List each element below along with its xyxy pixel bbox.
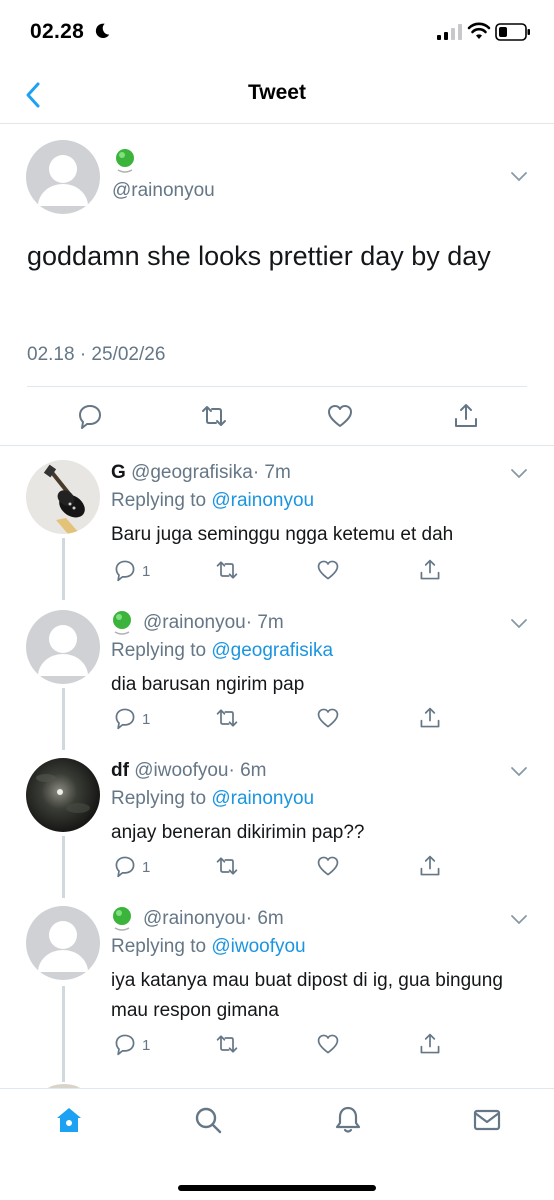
globe-emoji-icon: [113, 611, 131, 635]
mention-link[interactable]: @geografisika: [211, 640, 333, 661]
reply-text: iya katanya mau buat dipost di ig, gua b…: [111, 970, 503, 1021]
nav-bar: Tweet: [0, 66, 554, 124]
reply-count: 1: [142, 711, 151, 728]
reply-actions: 1: [0, 706, 554, 732]
reply-actions: 1: [0, 1032, 554, 1058]
guitar-photo: [26, 460, 100, 534]
avatar[interactable]: [26, 140, 100, 214]
display-name[interactable]: df: [111, 760, 129, 781]
wifi-icon: [467, 22, 491, 39]
reply-icon[interactable]: [76, 402, 104, 430]
night-sky-photo: [26, 758, 100, 832]
chevron-down-icon[interactable]: [509, 766, 529, 778]
replying-to: Replying to @geografisika: [111, 638, 333, 664]
replying-label: Replying to: [111, 788, 207, 809]
search-icon[interactable]: [193, 1105, 223, 1135]
reply-header: @rainonyou· 6m: [111, 906, 284, 932]
messages-icon[interactable]: [472, 1105, 502, 1135]
retweet-icon[interactable]: [215, 854, 239, 878]
reply-text: Baru juga seminggu ngga ketemu et dah: [111, 524, 454, 545]
reply-icon[interactable]: [113, 558, 137, 582]
main-tweet: @rainonyou goddamn she looks prettier da…: [0, 124, 554, 446]
home-indicator: [178, 1185, 376, 1191]
retweet-icon[interactable]: [200, 402, 228, 430]
author-handle[interactable]: @rainonyou: [143, 612, 246, 633]
author-handle[interactable]: @geografisika: [131, 462, 253, 483]
globe-emoji-icon: [113, 907, 131, 931]
default-avatar-icon: [38, 921, 88, 972]
chevron-down-icon[interactable]: [509, 468, 529, 480]
replying-to: Replying to @iwoofyou: [111, 934, 306, 960]
retweet-icon[interactable]: [215, 706, 239, 730]
share-icon[interactable]: [418, 706, 442, 730]
chevron-down-icon[interactable]: [509, 914, 529, 926]
reply-icon[interactable]: [113, 854, 137, 878]
author-handle[interactable]: @rainonyou: [143, 908, 246, 929]
reply-header: G @geografisika· 7m: [111, 460, 291, 486]
divider: [27, 386, 527, 387]
like-icon[interactable]: [316, 854, 340, 878]
share-icon[interactable]: [418, 854, 442, 878]
display-name[interactable]: G: [111, 462, 126, 483]
replying-label: Replying to: [111, 490, 207, 511]
relative-time: · 7m: [245, 612, 284, 633]
reply-count: 1: [142, 563, 151, 580]
share-icon[interactable]: [418, 558, 442, 582]
reply-header: @rainonyou· 7m: [111, 610, 284, 636]
avatar[interactable]: [26, 906, 100, 980]
retweet-icon[interactable]: [215, 1032, 239, 1056]
page-title: Tweet: [248, 81, 306, 104]
reply-text: dia barusan ngirim pap: [111, 674, 305, 695]
reply-header: df @iwoofyou· 6m: [111, 758, 267, 784]
author-handle[interactable]: @iwoofyou: [134, 760, 228, 781]
tab-bar: [0, 1088, 554, 1200]
author-handle[interactable]: @rainonyou: [112, 180, 215, 202]
status-bar: 02.28: [0, 0, 554, 66]
replying-label: Replying to: [111, 936, 207, 957]
reply-count: 1: [142, 1037, 151, 1054]
replying-label: Replying to: [111, 640, 207, 661]
share-icon[interactable]: [418, 1032, 442, 1056]
retweet-icon[interactable]: [215, 558, 239, 582]
globe-emoji-icon: [116, 149, 134, 173]
tweet-timestamp: 02.18 · 25/02/26: [27, 344, 166, 365]
replying-to: Replying to @rainonyou: [111, 488, 314, 514]
like-icon[interactable]: [316, 706, 340, 730]
like-icon[interactable]: [316, 558, 340, 582]
mention-link[interactable]: @rainonyou: [211, 490, 314, 511]
like-icon[interactable]: [326, 402, 354, 430]
relative-time: · 7m: [252, 462, 291, 483]
chevron-down-icon[interactable]: [509, 618, 529, 630]
relative-time: · 6m: [228, 760, 267, 781]
avatar[interactable]: [26, 610, 100, 684]
default-avatar-icon: [38, 155, 88, 206]
moon-icon: [95, 23, 110, 39]
mention-link[interactable]: @rainonyou: [211, 788, 314, 809]
reply-text: anjay beneran dikirimin pap??: [111, 822, 365, 843]
signal-icon: [437, 24, 462, 40]
relative-time: · 6m: [245, 908, 284, 929]
status-time: 02.28: [30, 20, 85, 43]
reply-actions: 1: [0, 854, 554, 880]
battery-icon: [495, 23, 530, 41]
chevron-down-icon[interactable]: [509, 171, 529, 183]
reply-actions: 1: [0, 558, 554, 584]
tweet-text: goddamn she looks prettier day by day: [27, 241, 491, 271]
avatar[interactable]: [26, 758, 100, 832]
replying-to: Replying to @rainonyou: [111, 786, 314, 812]
notifications-icon[interactable]: [333, 1105, 363, 1135]
share-icon[interactable]: [452, 402, 480, 430]
tweet-actions: [0, 402, 554, 432]
reply-icon[interactable]: [113, 1032, 137, 1056]
reply-count: 1: [142, 859, 151, 876]
mention-link[interactable]: @iwoofyou: [211, 936, 305, 957]
home-icon[interactable]: [54, 1105, 84, 1135]
avatar[interactable]: [26, 460, 100, 534]
reply-icon[interactable]: [113, 706, 137, 730]
default-avatar-icon: [38, 625, 88, 676]
like-icon[interactable]: [316, 1032, 340, 1056]
